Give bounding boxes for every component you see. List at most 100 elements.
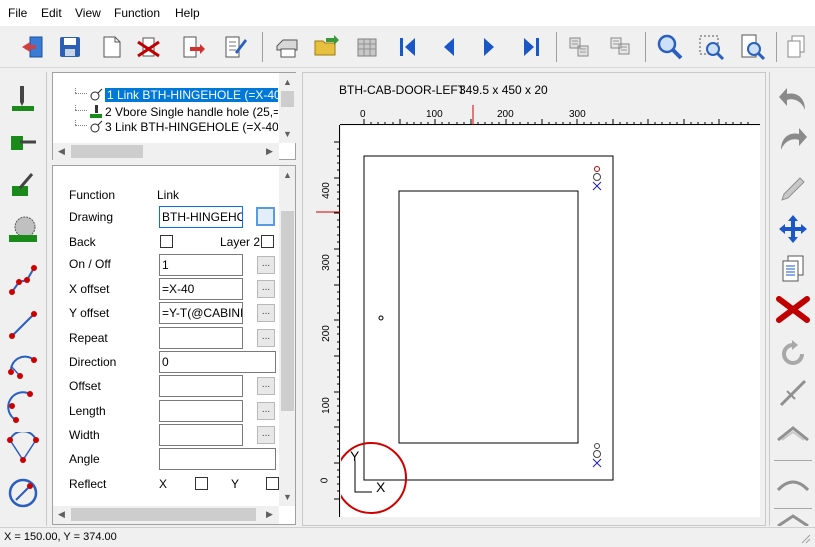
horizontal-drill-icon[interactable] <box>5 124 41 158</box>
angle-label: Angle <box>69 452 100 466</box>
scroll-right-icon[interactable]: ▶ <box>261 506 278 523</box>
save-icon[interactable] <box>53 30 87 64</box>
link-icon <box>89 120 103 136</box>
fillet-icon[interactable] <box>774 464 812 502</box>
angle-field[interactable] <box>159 448 276 470</box>
arc-center-icon[interactable] <box>5 350 41 384</box>
width-ellipsis-button[interactable]: ... <box>257 426 275 444</box>
extend-icon[interactable] <box>774 512 812 526</box>
delete-icon[interactable] <box>132 30 166 64</box>
copy-icon[interactable] <box>782 30 812 64</box>
scroll-thumb[interactable] <box>281 211 294 411</box>
menu-edit[interactable]: Edit <box>41 6 62 20</box>
undo-icon[interactable] <box>774 80 812 118</box>
line-icon[interactable] <box>5 308 41 342</box>
offset-ellipsis-button[interactable]: ... <box>257 377 275 395</box>
toolbar-separator <box>262 32 263 62</box>
properties-vertical-scrollbar[interactable]: ▲ ▼ <box>279 166 295 506</box>
zoom-icon[interactable] <box>653 30 687 64</box>
exit-icon[interactable] <box>16 30 50 64</box>
circle-icon[interactable] <box>5 476 41 510</box>
repeat-ellipsis-button[interactable]: ... <box>257 329 275 347</box>
router-icon[interactable] <box>5 168 41 202</box>
drawing-field[interactable]: BTH-HINGEHOLE <box>159 206 243 228</box>
back-checkbox[interactable] <box>160 235 173 248</box>
tree-row[interactable]: 1 Link BTH-HINGEHOLE (=X-40,= <box>53 87 278 104</box>
database-icon[interactable] <box>350 30 384 64</box>
reflect-y-checkbox[interactable] <box>266 477 279 490</box>
menu-file[interactable]: File <box>8 6 27 20</box>
arc-three-point-icon[interactable] <box>5 390 41 424</box>
onoff-field[interactable]: 1 <box>159 254 243 276</box>
function-label: Function <box>69 188 116 202</box>
properties-horizontal-scrollbar[interactable]: ◀ ▶ <box>53 506 279 524</box>
function-value: Link <box>157 188 180 202</box>
onoff-ellipsis-button[interactable]: ... <box>257 256 275 274</box>
menu-help[interactable]: Help <box>175 6 200 20</box>
scroll-right-icon[interactable]: ▶ <box>261 143 278 160</box>
part-name: BTH-CAB-DOOR-LEFT <box>339 83 465 97</box>
zoom-page-icon[interactable] <box>735 30 769 64</box>
drawing-browse-button[interactable] <box>256 207 275 226</box>
length-ellipsis-button[interactable]: ... <box>257 402 275 420</box>
grid-a-icon[interactable] <box>562 30 596 64</box>
zoom-window-icon[interactable] <box>694 30 728 64</box>
arc-radius-icon[interactable] <box>5 432 41 466</box>
vertical-drill-icon[interactable] <box>5 82 41 116</box>
reflect-x-checkbox[interactable] <box>195 477 208 490</box>
resize-grip-icon[interactable] <box>800 533 812 545</box>
delete-x-icon[interactable] <box>774 290 812 328</box>
width-field[interactable] <box>159 424 243 446</box>
direction-field[interactable]: 0 <box>159 351 276 373</box>
xoffset-label: X offset <box>69 282 110 296</box>
scroll-up-icon[interactable]: ▲ <box>279 73 296 90</box>
print-icon[interactable] <box>270 30 304 64</box>
menu-function[interactable]: Function <box>114 6 160 20</box>
offset-field[interactable] <box>159 375 243 397</box>
rotate-icon[interactable] <box>774 334 812 372</box>
scroll-down-icon[interactable]: ▼ <box>279 125 296 142</box>
x-axis-label: X <box>376 479 386 495</box>
grid-b-icon[interactable] <box>603 30 637 64</box>
scroll-left-icon[interactable]: ◀ <box>53 506 70 523</box>
scroll-thumb[interactable] <box>71 508 256 521</box>
next-record-icon[interactable] <box>472 30 506 64</box>
tree-row[interactable]: 3 Link BTH-HINGEHOLE (=X-40,= <box>53 119 278 136</box>
back-label: Back <box>69 235 96 249</box>
chamfer-icon[interactable] <box>774 414 812 452</box>
tree-horizontal-scrollbar[interactable]: ◀ ▶ <box>53 143 279 160</box>
edit-pencil-icon[interactable] <box>774 170 812 208</box>
trim-icon[interactable] <box>774 374 812 412</box>
tree-vertical-scrollbar[interactable]: ▲ ▼ <box>279 73 296 143</box>
length-field[interactable] <box>159 400 243 422</box>
import-icon[interactable] <box>175 30 209 64</box>
first-record-icon[interactable] <box>391 30 425 64</box>
handle-hole-marker <box>378 315 384 321</box>
layer2-checkbox[interactable] <box>261 235 274 248</box>
redo-icon[interactable] <box>774 120 812 158</box>
xoffset-field[interactable]: =X-40 <box>159 278 243 300</box>
drawing-canvas[interactable]: Y X <box>341 126 760 517</box>
scroll-up-icon[interactable]: ▲ <box>279 166 295 183</box>
last-record-icon[interactable] <box>514 30 548 64</box>
new-icon[interactable] <box>94 30 128 64</box>
previous-record-icon[interactable] <box>432 30 466 64</box>
open-folder-icon[interactable] <box>309 30 343 64</box>
move-icon[interactable] <box>774 210 812 248</box>
tree-row-label: 1 Link BTH-HINGEHOLE (=X-40,= <box>105 88 278 102</box>
yoffset-field[interactable]: =Y-T(@CABINET <box>159 302 243 324</box>
polyline-icon[interactable] <box>5 264 41 298</box>
yoffset-ellipsis-button[interactable]: ... <box>257 304 275 322</box>
saw-icon[interactable] <box>5 212 41 246</box>
repeat-field[interactable] <box>159 327 243 349</box>
xoffset-ellipsis-button[interactable]: ... <box>257 280 275 298</box>
scroll-left-icon[interactable]: ◀ <box>53 143 70 160</box>
scroll-thumb[interactable] <box>71 145 143 158</box>
scroll-thumb[interactable] <box>281 91 294 107</box>
menu-view[interactable]: View <box>75 6 101 20</box>
properties-icon[interactable] <box>218 30 252 64</box>
copy-pages-icon[interactable] <box>774 250 812 288</box>
toolbar-separator <box>556 32 557 62</box>
drawing-label: Drawing <box>69 210 114 224</box>
scroll-down-icon[interactable]: ▼ <box>279 488 295 505</box>
